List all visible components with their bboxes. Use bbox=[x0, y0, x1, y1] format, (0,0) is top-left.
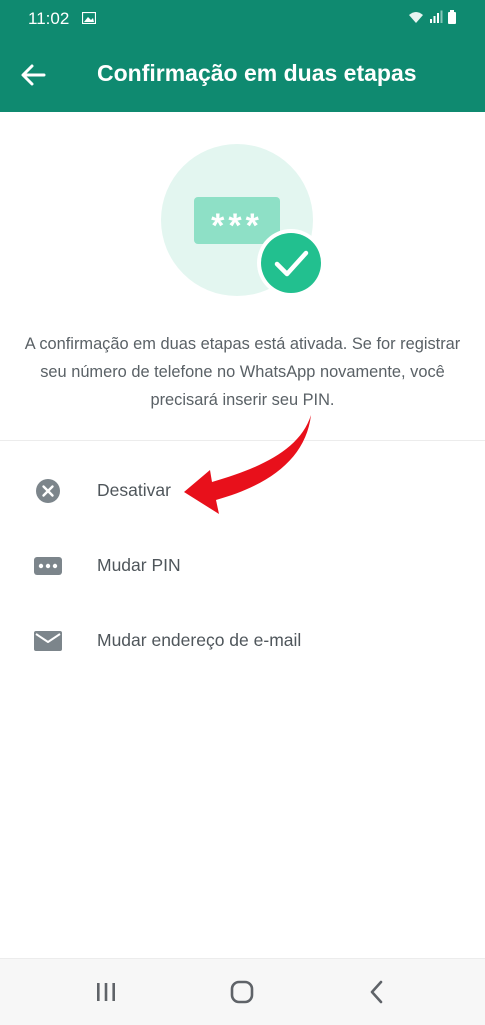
menu-label-mudar-pin: Mudar PIN bbox=[97, 555, 181, 575]
system-nav-bar bbox=[0, 958, 485, 1025]
recent-apps-icon[interactable] bbox=[89, 977, 123, 1007]
menu-item-mudar-email[interactable]: Mudar endereço de e-mail bbox=[0, 605, 485, 677]
cancel-circle-icon bbox=[36, 479, 60, 503]
hero-illustration: *** bbox=[161, 144, 325, 297]
menu-item-mudar-pin[interactable]: Mudar PIN bbox=[0, 530, 485, 602]
menu-item-desativar[interactable]: Desativar bbox=[0, 455, 485, 527]
divider bbox=[0, 440, 485, 441]
home-icon[interactable] bbox=[225, 977, 259, 1007]
back-nav-icon[interactable] bbox=[361, 977, 395, 1007]
pin-dots-icon bbox=[34, 557, 62, 575]
info-text: A confirmação em duas etapas está ativad… bbox=[24, 335, 461, 409]
pin-mask: *** bbox=[211, 207, 263, 245]
mail-icon bbox=[34, 631, 62, 651]
menu-label-desativar: Desativar bbox=[97, 480, 171, 500]
menu-label-mudar-email: Mudar endereço de e-mail bbox=[97, 630, 302, 650]
